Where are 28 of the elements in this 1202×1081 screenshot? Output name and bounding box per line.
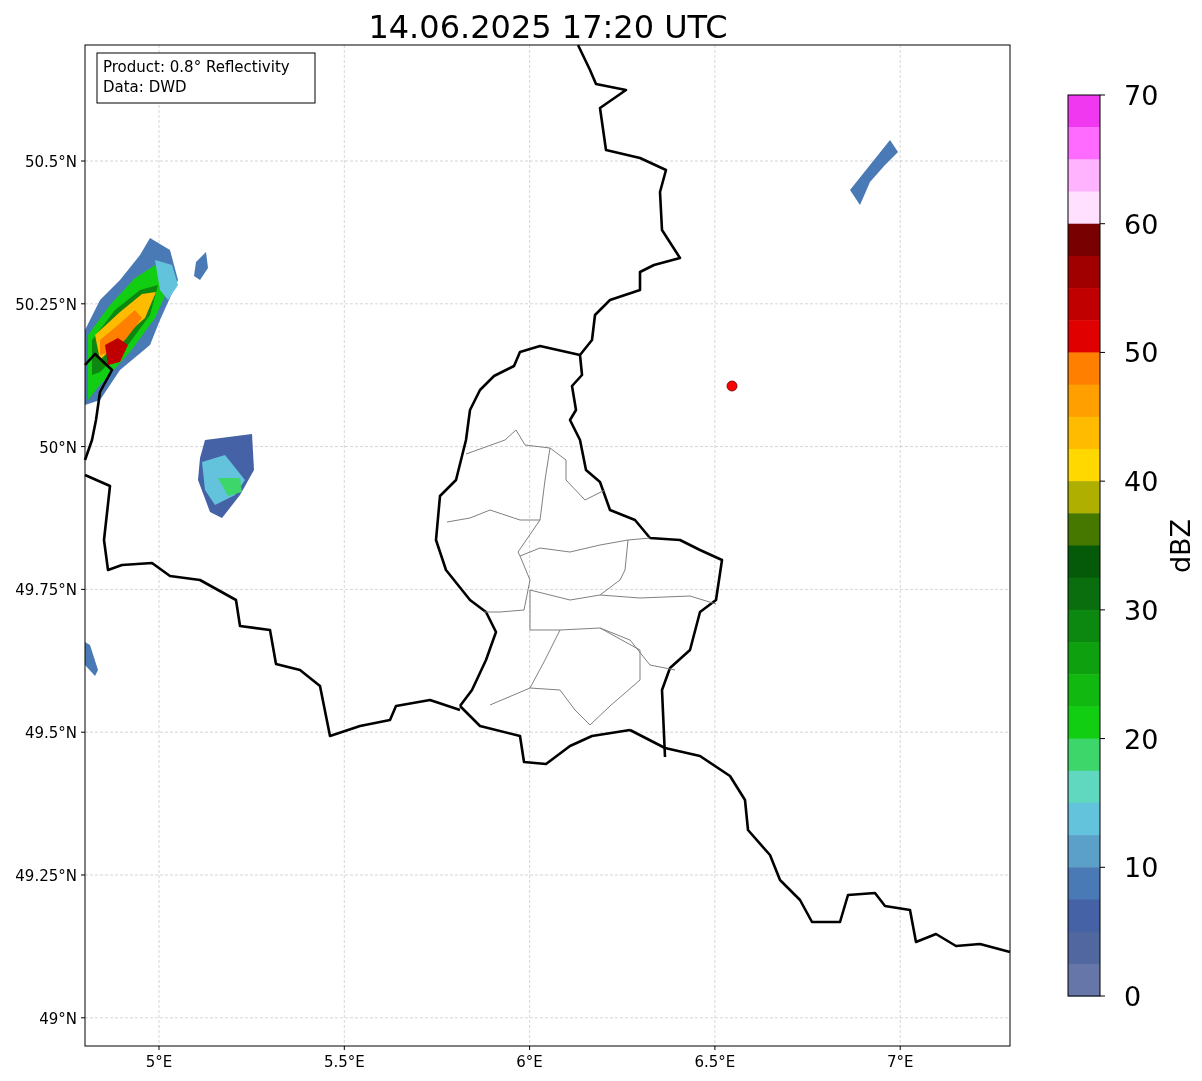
axis-tick-label: 5.5°E <box>323 1053 365 1071</box>
axis-tick-label: 49.75°N <box>15 581 77 600</box>
axis-tick-label: 7°E <box>886 1053 914 1071</box>
radar-echo-drawing <box>850 140 898 205</box>
info-text: Product: 0.8° Reflectivity <box>103 58 290 76</box>
location-marker <box>726 380 738 392</box>
axis-tick-label: 50°N <box>39 438 77 457</box>
axis-tick-label: 5°E <box>145 1053 173 1071</box>
colorbar-label: dBZ <box>1165 518 1196 574</box>
axis-tick-label: 6.5°E <box>694 1053 736 1071</box>
colorbar-tick-label: 0 <box>1124 981 1142 1012</box>
axis-tick-label: 49.5°N <box>24 724 77 743</box>
axis-tick-label: 49.25°N <box>15 867 77 885</box>
axis-tick-label: 6°E <box>516 1053 543 1071</box>
colorbar-tick-label: 30 <box>1124 594 1159 626</box>
axis-tick-label: 50.25°N <box>15 295 77 314</box>
axis-tick-label: 50.5°N <box>24 153 77 171</box>
colorbar-tick-label: 40 <box>1124 466 1159 498</box>
info-text: Data: DWD <box>103 78 187 96</box>
axis-tick-label: 49°N <box>39 1009 77 1028</box>
colorbar-tick-label: 50 <box>1124 337 1159 369</box>
colorbar-tick-label: 10 <box>1124 852 1159 884</box>
colorbar-tick-label: 60 <box>1124 208 1159 240</box>
radar-echo-drawing <box>194 252 208 280</box>
colorbar-tick-label: 20 <box>1124 723 1159 755</box>
colorbar-tick-label: 70 <box>1124 80 1159 111</box>
figure-title: 14.06.2025 17:20 UTC <box>368 8 728 46</box>
radar-echo-drawing <box>85 642 98 676</box>
